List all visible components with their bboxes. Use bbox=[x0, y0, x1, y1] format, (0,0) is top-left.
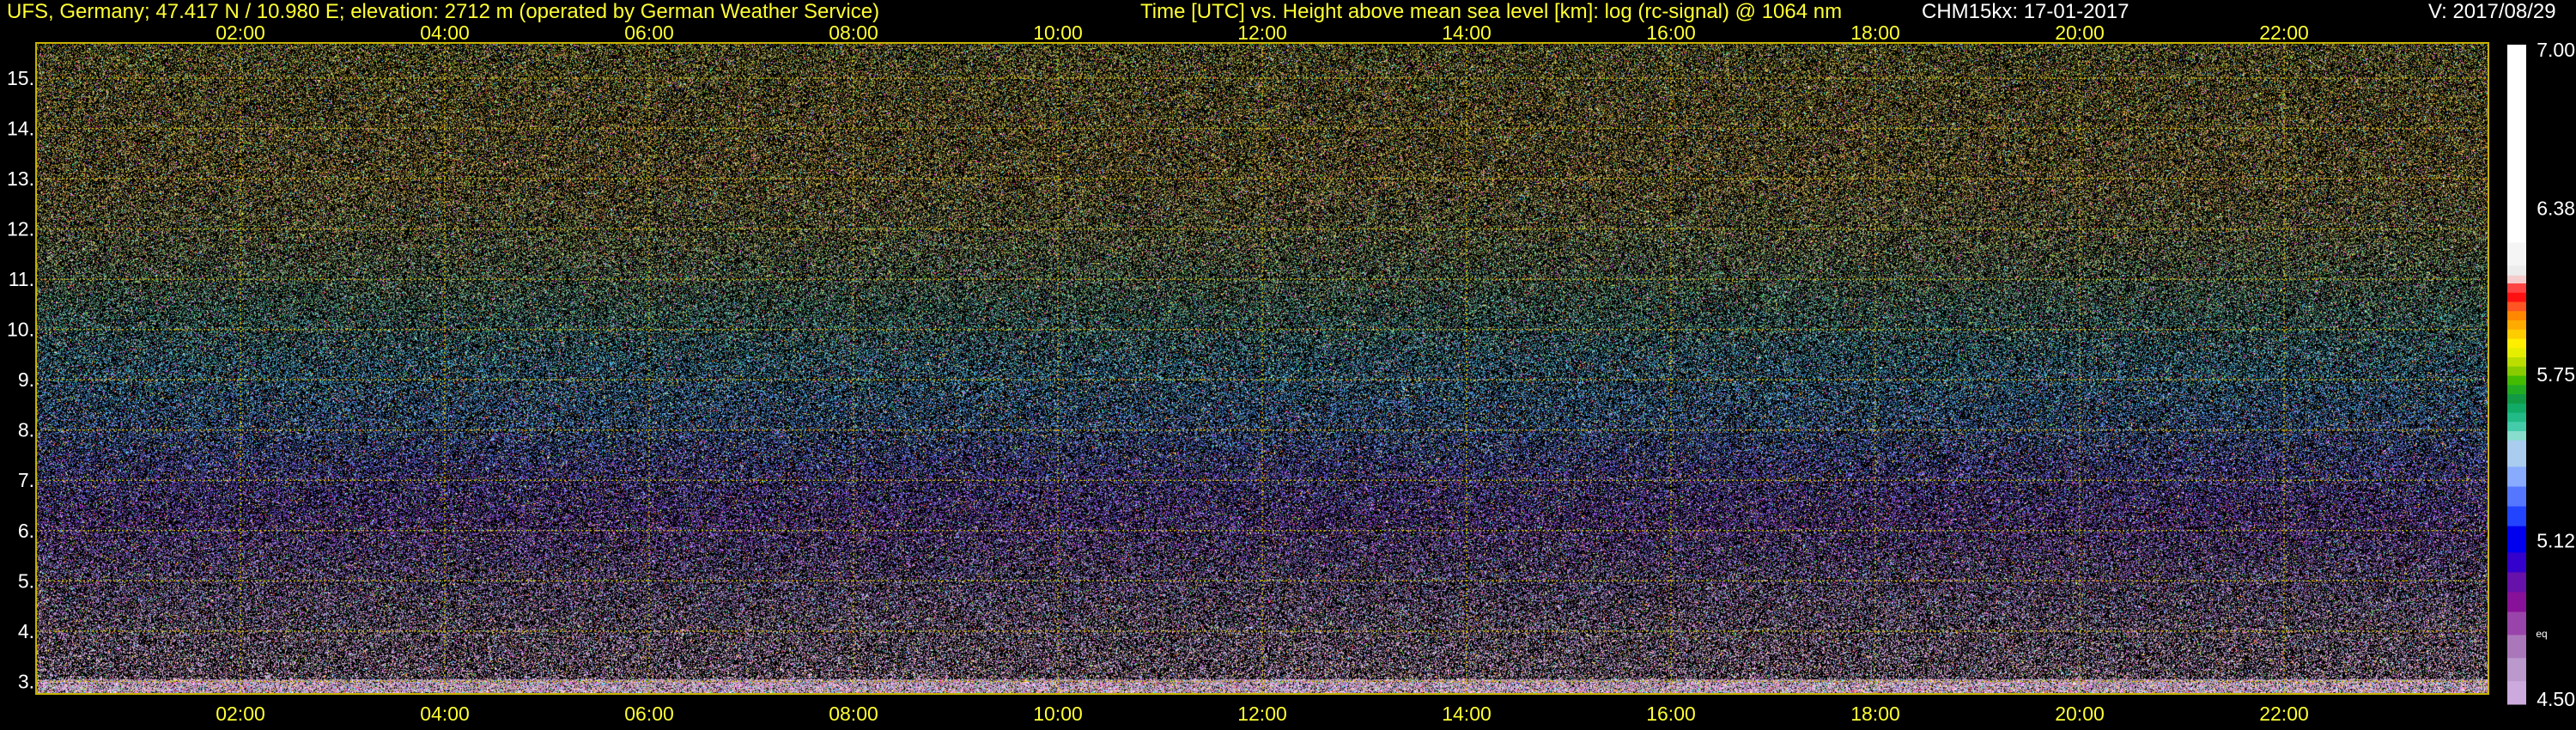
colorbar-tick-label: 7.00 bbox=[2537, 39, 2575, 61]
x-tick-label-top: 10:00 bbox=[1033, 21, 1083, 44]
colorbar-tick-label: 4.50 bbox=[2537, 688, 2575, 710]
y-tick-label: 14. bbox=[7, 118, 34, 140]
x-tick-label-bottom: 20:00 bbox=[2055, 703, 2105, 725]
y-tick-label: 10. bbox=[7, 319, 34, 341]
x-tick-label-top: 04:00 bbox=[420, 21, 470, 44]
x-tick-label-top: 12:00 bbox=[1237, 21, 1287, 44]
x-tick-label-bottom: 18:00 bbox=[1850, 703, 1900, 725]
x-axis-top: 02:00 04:00 06:00 08:00 10:00 12:00 14:00 16:00… bbox=[216, 21, 2309, 44]
y-tick-label: 9. bbox=[18, 368, 34, 391]
x-tick-label-bottom: 14:00 bbox=[1442, 703, 1492, 725]
x-tick-label-top: 02:00 bbox=[216, 21, 265, 44]
y-tick-label: 8. bbox=[18, 419, 34, 441]
x-tick-label-bottom: 04:00 bbox=[420, 703, 470, 725]
y-tick-label: 15. bbox=[7, 67, 34, 89]
y-tick-label: 11. bbox=[9, 268, 34, 290]
y-tick-label: 7. bbox=[18, 469, 34, 491]
colorbar-tick-label: 5.75 bbox=[2537, 363, 2575, 386]
colorbar-tick-label: 6.38 bbox=[2537, 197, 2575, 219]
x-tick-label-bottom: 08:00 bbox=[829, 703, 878, 725]
x-tick-label-top: 06:00 bbox=[624, 21, 674, 44]
x-tick-label-bottom: 02:00 bbox=[216, 703, 265, 725]
x-tick-label-bottom: 10:00 bbox=[1033, 703, 1083, 725]
y-tick-label: 5. bbox=[18, 569, 34, 592]
x-tick-label-top: 18:00 bbox=[1850, 21, 1900, 44]
x-tick-label-bottom: 22:00 bbox=[2259, 703, 2309, 725]
colorbar-tick-label: 5.12 bbox=[2537, 530, 2575, 552]
x-tick-label-top: 20:00 bbox=[2055, 21, 2105, 44]
y-axis: 3. 4. 5. 6. 7. 8. 9. 10. 11. 12. 13. 14. 15. bbox=[7, 67, 34, 692]
x-tick-label-bottom: 12:00 bbox=[1237, 703, 1287, 725]
x-tick-label-bottom: 06:00 bbox=[624, 703, 674, 725]
colorbar-small-label: eq bbox=[2536, 628, 2547, 640]
x-tick-label-top: 08:00 bbox=[829, 21, 878, 44]
y-tick-label: 6. bbox=[18, 520, 34, 542]
y-tick-label: 4. bbox=[18, 620, 34, 642]
backscatter-field bbox=[36, 43, 2488, 694]
x-tick-label-top: 16:00 bbox=[1646, 21, 1696, 44]
colorbar-labels: 7.00 6.38 5.75 5.12 4.50 eq bbox=[2536, 39, 2575, 710]
y-tick-label: 12. bbox=[7, 218, 34, 240]
heatmap-plot: 02:00 04:00 06:00 08:00 10:00 12:00 14:00 16:00… bbox=[7, 21, 2489, 725]
y-tick-label: 13. bbox=[7, 167, 34, 190]
x-axis-bottom: 02:00 04:00 06:00 08:00 10:00 12:00 14:00 16:00… bbox=[216, 703, 2309, 725]
x-tick-label-bottom: 16:00 bbox=[1646, 703, 1696, 725]
x-tick-label-top: 22:00 bbox=[2259, 21, 2309, 44]
y-tick-label: 3. bbox=[18, 670, 34, 692]
x-tick-label-top: 14:00 bbox=[1442, 21, 1492, 44]
